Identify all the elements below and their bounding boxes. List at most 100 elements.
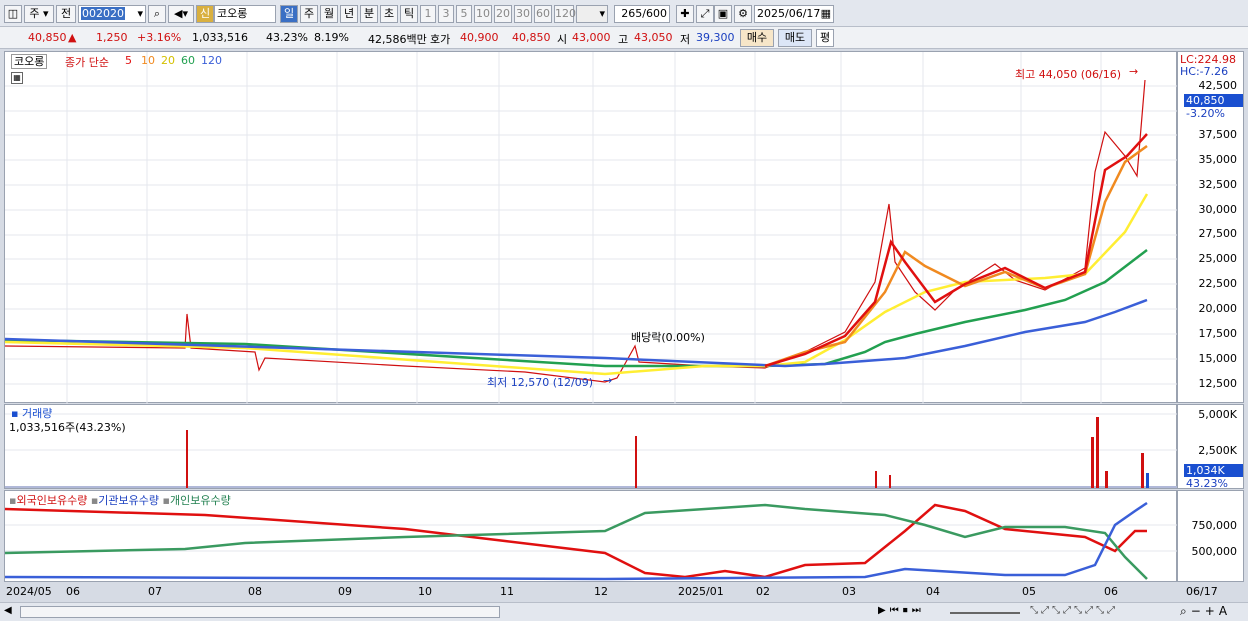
period-week[interactable]: 주 (300, 5, 318, 23)
speaker-icon[interactable]: ◀▾ (168, 5, 194, 23)
scroll-thumb[interactable] (20, 606, 500, 618)
arrow-right-icon: → (1129, 65, 1139, 78)
price-chart-panel[interactable]: 코오롱 종가 단순 5 10 20 60 120 ▦ 최고 44,050 (06… (4, 51, 1178, 404)
ma10-line (764, 144, 1148, 368)
holders-axis: 750,000 500,000 (1177, 490, 1244, 582)
gear-icon[interactable]: ⚙ (734, 5, 752, 23)
count-max: /600 (642, 7, 667, 20)
table-icon[interactable]: ▦ (11, 72, 23, 84)
playback-controls[interactable]: ▶⏮⏹⏭ (878, 605, 925, 616)
draw-tools[interactable]: ⤡⤢⤡⤢⤡⤢⤡⤢ (1030, 605, 1118, 616)
zoom-controls[interactable]: ⌕−+A (1180, 604, 1231, 619)
minute-3[interactable]: 3 (438, 5, 454, 23)
minute-30[interactable]: 30 (514, 5, 532, 23)
minute-20[interactable]: 20 (494, 5, 512, 23)
volume-axis: 5,000K 2,500K 1,034K 43.23% (1177, 404, 1244, 490)
xtick: 07 (148, 585, 162, 598)
calendar-icon[interactable]: ▦ (821, 6, 833, 22)
arrow-right-icon: → (603, 374, 613, 387)
volume-value: 1,033,516주(43.23%) (9, 421, 126, 434)
ytick: 15,000 (1198, 352, 1238, 365)
ask: 40,900 (460, 31, 499, 44)
volume-bar (875, 471, 877, 488)
xtick: 06 (1104, 585, 1118, 598)
period-year[interactable]: 년 (340, 5, 358, 23)
xtick: 09 (338, 585, 352, 598)
code-input[interactable]: 002020 ▾ (78, 5, 146, 23)
base-volume (5, 486, 1178, 488)
moving-averages (5, 133, 1149, 376)
stock-name-field[interactable]: 코오롱 (214, 5, 276, 23)
price: 40,850 (28, 31, 67, 44)
volume-bar (1105, 471, 1108, 488)
zoom-slider[interactable] (950, 612, 1020, 614)
change: 1,250 (96, 31, 128, 44)
current-pct: -3.20% (1186, 107, 1225, 120)
minute-120[interactable]: 120 (554, 5, 576, 23)
xtick: 2024/05 (6, 585, 52, 598)
amount: 42,586백만 (368, 33, 427, 46)
scroll-left-icon[interactable]: ◀ (4, 605, 12, 616)
ma20-label: 20 (161, 54, 175, 67)
volume: 1,033,516 (192, 31, 248, 44)
avg-button[interactable]: 평 (816, 29, 834, 47)
count-field[interactable]: 265/600 (614, 5, 670, 23)
period-day[interactable]: 일 (280, 5, 298, 23)
change-pct: +3.16% (137, 31, 182, 44)
scroll-bar[interactable]: ◀ ▶⏮⏹⏭ ⤡⤢⤡⤢⤡⤢⤡⤢ ⌕−+A (0, 602, 1248, 621)
high-label: 고 (618, 33, 629, 46)
volume-chart (5, 413, 1178, 488)
ma-label: 종가 단순 (65, 56, 109, 69)
open-label: 시 (557, 33, 568, 46)
low: 39,300 (696, 31, 735, 44)
ytick: 22,500 (1198, 277, 1238, 290)
ytick: 30,000 (1198, 203, 1238, 216)
save-icon[interactable]: ▣ (714, 5, 732, 23)
candlesticks (5, 79, 1146, 383)
dropdown-icon[interactable]: ▾ (137, 6, 145, 22)
type-label: 주 (29, 7, 40, 20)
minute-10[interactable]: 10 (474, 5, 492, 23)
ma60-label: 60 (181, 54, 195, 67)
low-label: 저 (680, 33, 691, 46)
price-chart (5, 52, 1178, 404)
institution-label: 기관보유수량 (98, 494, 160, 507)
search-icon[interactable]: ⌕ (148, 5, 166, 23)
holders-panel[interactable]: ▪외국인보유수량 ▪기관보유수량 ▪개인보유수량 (4, 490, 1178, 582)
sell-button[interactable]: 매도 (778, 29, 812, 47)
xtick: 03 (842, 585, 856, 598)
minute-60[interactable]: 60 (534, 5, 552, 23)
ma10-label: 10 (141, 54, 155, 67)
period-minute[interactable]: 분 (360, 5, 378, 23)
bid-label: 호가 (430, 33, 451, 46)
ytick: 35,000 (1198, 153, 1238, 166)
type-select[interactable]: 주 ▾ (24, 5, 54, 23)
code-value: 002020 (81, 7, 125, 20)
open: 43,000 (572, 31, 611, 44)
minute-5[interactable]: 5 (456, 5, 472, 23)
prev-button[interactable]: 전 (56, 5, 76, 23)
period-second[interactable]: 초 (380, 5, 398, 23)
period-tick[interactable]: 틱 (400, 5, 418, 23)
date-field[interactable]: 2025/06/17 ▦ (754, 5, 834, 23)
stock-tag: 코오롱 (11, 53, 48, 69)
foreign-label: 외국인보유수량 (16, 494, 88, 507)
volume-bar (635, 436, 637, 488)
dropdown-icon: ▾ (599, 7, 605, 20)
buy-button[interactable]: 매수 (740, 29, 774, 47)
crosshair-icon[interactable]: ✚ (676, 5, 694, 23)
minute-1[interactable]: 1 (420, 5, 436, 23)
layout-icon[interactable]: ◫ (4, 5, 22, 23)
draw-icon[interactable]: ⤢ (696, 5, 714, 23)
volume-panel[interactable]: ▪ 거래량 1,033,516주(43.23%) (4, 404, 1178, 489)
price-trace (5, 79, 1146, 383)
xtick: 05 (1022, 585, 1036, 598)
current-volume-tag: 1,034K (1184, 464, 1243, 477)
ytick: 12,500 (1198, 377, 1238, 390)
ytick: 17,500 (1198, 327, 1238, 340)
current-price-tag: 40,850 (1184, 94, 1243, 107)
up-arrow-icon: ▲ (68, 31, 77, 44)
interval-select[interactable]: ▾ (576, 5, 608, 23)
period-month[interactable]: 월 (320, 5, 338, 23)
ytick: 32,500 (1198, 178, 1238, 191)
